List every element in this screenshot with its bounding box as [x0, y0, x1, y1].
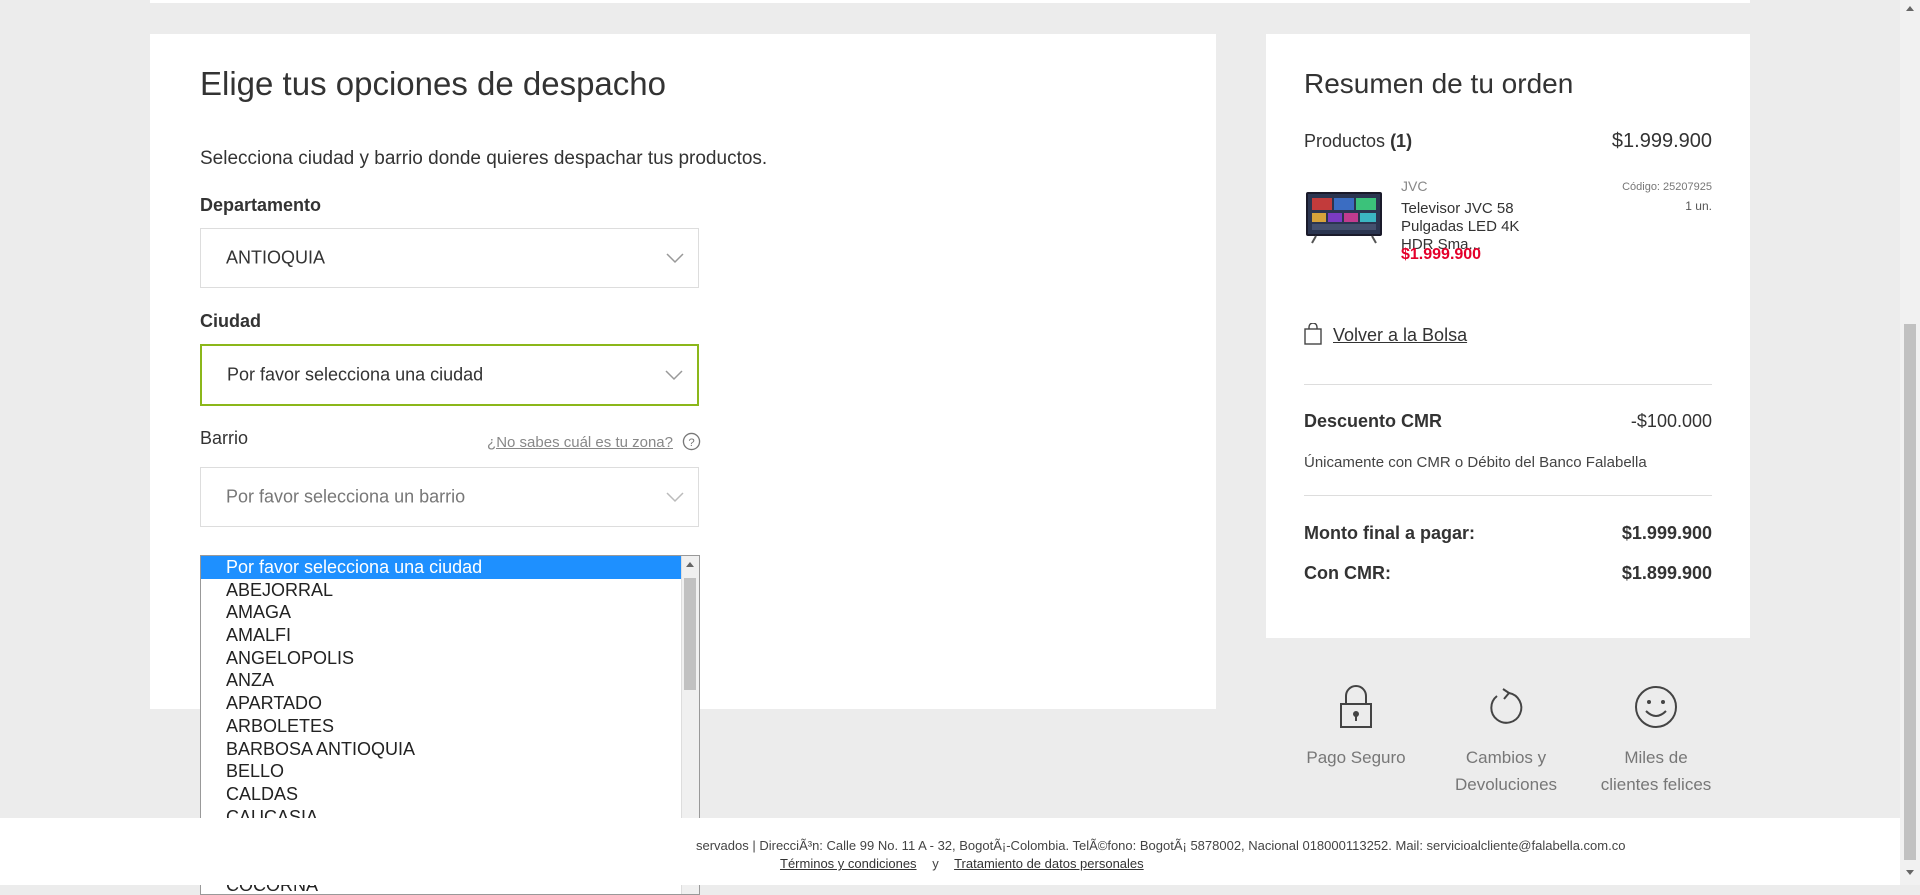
chevron-down-icon: [665, 370, 683, 381]
page-scrollbar[interactable]: [1900, 0, 1920, 885]
city-option[interactable]: AMAGA: [201, 601, 699, 624]
product-code: Código: 25207925: [1622, 181, 1712, 193]
top-strip: [150, 0, 1750, 3]
department-select[interactable]: ANTIOQUIA: [200, 228, 699, 288]
terms-link[interactable]: Términos y condiciones: [780, 856, 917, 871]
scroll-up-icon[interactable]: [686, 562, 694, 567]
product-thumbnail[interactable]: [1304, 186, 1384, 251]
feature-label: Pago Seguro: [1306, 748, 1406, 767]
department-value: ANTIOQUIA: [226, 247, 326, 268]
city-select[interactable]: Por favor selecciona una ciudad: [200, 344, 699, 406]
barrio-label: Barrio: [200, 428, 249, 448]
cmr-amount-label: Con CMR:: [1304, 563, 1391, 583]
lock-icon: [1340, 685, 1372, 728]
products-count: (1): [1390, 131, 1413, 151]
summary-title: Resumen de tu orden: [1304, 68, 1574, 99]
order-summary-card: Resumen de tu orden Productos (1) $1.999…: [1266, 34, 1750, 638]
city-label: Ciudad: [200, 311, 261, 331]
barrio-select[interactable]: Por favor selecciona un barrio: [200, 467, 699, 527]
city-option[interactable]: ANGELOPOLIS: [201, 647, 699, 670]
final-amount-value: $1.999.900: [1621, 523, 1712, 543]
product-brand: JVC: [1401, 178, 1428, 194]
chevron-down-icon: [666, 253, 684, 264]
products-label: Productos (1): [1304, 131, 1412, 152]
city-value: Por favor selecciona una ciudad: [227, 364, 484, 385]
city-option[interactable]: CALDAS: [201, 783, 699, 806]
feature-label: clientes felices: [1600, 775, 1712, 794]
city-option[interactable]: ABEJORRAL: [201, 579, 699, 602]
city-option[interactable]: ARBOLETES: [201, 715, 699, 738]
shopping-bag-icon[interactable]: [1304, 323, 1322, 345]
footer-and: y: [932, 856, 939, 871]
city-option[interactable]: AMALFI: [201, 624, 699, 647]
feature-label: Devoluciones: [1454, 775, 1558, 794]
back-to-bag-link[interactable]: Volver a la Bolsa: [1333, 325, 1467, 346]
chevron-down-icon: [666, 492, 684, 503]
footer-info: servados | DirecciÃ³n: Calle 99 No. 11 A…: [696, 838, 1626, 853]
svg-text:?: ?: [688, 437, 694, 449]
department-label: Departamento: [200, 195, 322, 215]
discount-value: -$100.000: [1630, 411, 1712, 431]
page-title: Elige tus opciones de despacho: [200, 65, 666, 102]
page-scrollbar-thumb[interactable]: [1904, 324, 1916, 860]
summary-divider: [1304, 384, 1712, 385]
discount-label: Descuento CMR: [1304, 411, 1443, 431]
scrollbar-thumb[interactable]: [684, 578, 696, 690]
footer: servados | DirecciÃ³n: Calle 99 No. 11 A…: [0, 818, 1900, 885]
privacy-link[interactable]: Tratamiento de datos personales: [954, 856, 1144, 871]
dispatch-subtitle: Selecciona ciudad y barrio donde quieres…: [200, 148, 768, 169]
smile-icon: [1635, 686, 1677, 728]
city-option[interactable]: BELLO: [201, 760, 699, 783]
scroll-up-icon[interactable]: [1906, 6, 1914, 11]
cmr-amount-value: $1.899.900: [1621, 563, 1712, 583]
city-option[interactable]: APARTADO: [201, 692, 699, 715]
products-label-text: Productos: [1304, 131, 1386, 151]
refresh-icon: [1490, 688, 1523, 724]
city-option[interactable]: Por favor selecciona una ciudad: [201, 556, 699, 579]
summary-divider: [1304, 495, 1712, 496]
feature-label: Cambios y: [1465, 748, 1547, 767]
feature-label: Miles de: [1624, 748, 1688, 767]
feature-happy-clients: Miles de clientes felices: [1581, 684, 1731, 798]
products-total: $1.999.900: [1611, 130, 1712, 152]
barrio-placeholder: Por favor selecciona un barrio: [226, 486, 466, 507]
feature-secure-payment: Pago Seguro: [1281, 684, 1431, 771]
feature-returns: Cambios y Devoluciones: [1431, 684, 1581, 798]
question-circle-icon[interactable]: ?: [682, 432, 701, 451]
city-option[interactable]: ANZA: [201, 669, 699, 692]
product-quantity: 1 un.: [1685, 199, 1712, 213]
footer-links: Términos y condiciones y Tratamiento de …: [780, 856, 1144, 871]
final-amount-label: Monto final a pagar:: [1304, 523, 1475, 543]
zone-help-link[interactable]: ¿No sabes cuál es tu zona?: [487, 434, 673, 451]
discount-note: Únicamente con CMR o Débito del Banco Fa…: [1304, 454, 1647, 471]
city-option[interactable]: BARBOSA ANTIOQUIA: [201, 738, 699, 761]
scroll-down-icon[interactable]: [1906, 870, 1914, 875]
product-price: $1.999.900: [1401, 246, 1482, 263]
